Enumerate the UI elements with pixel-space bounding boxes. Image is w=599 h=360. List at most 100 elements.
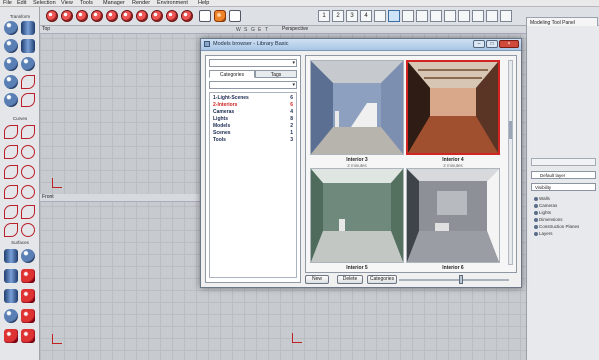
thumbnail-size-slider[interactable] (399, 279, 509, 281)
morph-icon[interactable] (21, 93, 35, 107)
list-item[interactable]: Lights 8 (213, 116, 293, 122)
array-icon[interactable] (486, 10, 498, 22)
shear-icon[interactable] (21, 75, 35, 89)
list-item[interactable]: 2-Interiors 6 (213, 102, 293, 108)
menu-tools[interactable]: Tools (80, 0, 93, 7)
bend-icon[interactable] (21, 57, 35, 71)
tree-item-cameras[interactable]: Cameras (539, 203, 557, 208)
settings-icon[interactable] (166, 10, 178, 22)
plane-icon[interactable] (4, 249, 18, 263)
spline-icon[interactable] (4, 165, 18, 179)
pause-icon[interactable] (500, 10, 512, 22)
scrollbar-thumb[interactable] (509, 121, 512, 139)
loft-icon[interactable] (4, 289, 18, 303)
patch-icon[interactable] (4, 329, 18, 343)
axis-icon[interactable] (229, 10, 241, 22)
flow-icon[interactable] (4, 93, 18, 107)
sphere-icon[interactable] (4, 39, 18, 53)
move-icon[interactable] (416, 10, 428, 22)
sphere-icon[interactable] (4, 21, 18, 35)
categories-button[interactable]: Categories (367, 275, 397, 284)
view-button-3[interactable]: 3 (346, 10, 358, 22)
viewport-icon[interactable] (181, 10, 193, 22)
thumbnail-card[interactable]: Interior 6 (406, 168, 502, 273)
tree-item-dimensions[interactable]: Dimensions (539, 217, 563, 222)
line-icon[interactable] (4, 125, 18, 139)
vp-label-e[interactable]: E (258, 27, 261, 33)
slider-handle[interactable] (459, 275, 463, 284)
menu-help[interactable]: Help (198, 0, 209, 7)
visibility-dropdown[interactable]: Visibility (531, 183, 596, 191)
fillet-icon[interactable] (4, 223, 18, 237)
arc-icon[interactable] (4, 145, 18, 159)
menu-file[interactable]: File (3, 0, 12, 7)
sweep-icon[interactable] (21, 289, 35, 303)
tab-categories[interactable]: Categories (209, 70, 255, 78)
view-button-2[interactable]: 2 (332, 10, 344, 22)
close-button[interactable]: × (499, 40, 519, 48)
ortho-icon[interactable] (402, 10, 414, 22)
tree-item-lights[interactable]: Lights (539, 210, 551, 215)
render-preview-icon[interactable] (61, 10, 73, 22)
box-icon[interactable] (21, 249, 35, 263)
list-item[interactable]: Scenes 1 (213, 130, 293, 136)
snap-icon[interactable] (388, 10, 400, 22)
scene-icon[interactable] (151, 10, 163, 22)
polygon-icon[interactable] (21, 185, 35, 199)
blend-icon[interactable] (21, 309, 35, 323)
taper-icon[interactable] (4, 75, 18, 89)
vp-label-s[interactable]: S (244, 27, 247, 33)
skin-icon[interactable] (4, 309, 18, 323)
list-item[interactable]: Cameras 4 (213, 109, 293, 115)
delete-button[interactable]: Delete (337, 275, 363, 284)
tree-item-construction-planes[interactable]: Construction Planes (539, 224, 579, 229)
menu-selection[interactable]: Selection (33, 0, 56, 7)
menu-view[interactable]: View (61, 0, 73, 7)
environment-icon[interactable] (136, 10, 148, 22)
maximize-button[interactable]: □ (486, 40, 498, 48)
tree-item-walls[interactable]: Walls (539, 196, 550, 201)
grid-array-icon[interactable] (21, 39, 35, 53)
tab-tags[interactable]: Tags (255, 70, 297, 78)
align-icon[interactable] (472, 10, 484, 22)
models-browser-icon[interactable] (214, 10, 226, 22)
menu-manager[interactable]: Manager (103, 0, 125, 7)
list-item[interactable]: Tools 3 (213, 137, 293, 143)
extrude-icon[interactable] (4, 269, 18, 283)
ellipse-icon[interactable] (21, 165, 35, 179)
material-icon[interactable] (91, 10, 103, 22)
scale-icon[interactable] (444, 10, 456, 22)
vp-label-t[interactable]: T (265, 27, 268, 33)
vp-label-w[interactable]: W (236, 27, 241, 33)
mirror-icon[interactable] (458, 10, 470, 22)
filter-select[interactable]: ▾ (209, 81, 297, 89)
select-icon[interactable] (199, 10, 211, 22)
vp-label-g[interactable]: G (251, 27, 255, 33)
list-item[interactable]: Models 2 (213, 123, 293, 129)
list-item[interactable]: 1-Light-Scenes 6 (213, 95, 293, 101)
polyline-icon[interactable] (21, 125, 35, 139)
cube-icon[interactable] (21, 329, 35, 343)
stop-render-icon[interactable] (76, 10, 88, 22)
grid-icon[interactable] (374, 10, 386, 22)
rectangle-icon[interactable] (4, 185, 18, 199)
circle-icon[interactable] (21, 145, 35, 159)
dialog-titlebar[interactable]: Models browser - Library Basic – □ × (201, 39, 521, 51)
cylinder-icon[interactable] (21, 21, 35, 35)
offset-curve-icon[interactable] (21, 205, 35, 219)
view-button-1[interactable]: 1 (318, 10, 330, 22)
thumbnail-card[interactable]: Interior 5 (310, 168, 406, 273)
rotate-icon[interactable] (430, 10, 442, 22)
tree-item-layers[interactable]: Layers (539, 231, 553, 236)
library-select[interactable]: ▾ (209, 59, 297, 67)
layer-dropdown[interactable]: Default layer (531, 171, 596, 179)
render-icon[interactable] (46, 10, 58, 22)
view-button-4[interactable]: 4 (360, 10, 372, 22)
spiral-icon[interactable] (21, 223, 35, 237)
helix-icon[interactable] (4, 205, 18, 219)
thumbnail-card[interactable]: Interior 4 2 minutes (406, 60, 502, 168)
new-button[interactable]: New (305, 275, 329, 284)
light-icon[interactable] (106, 10, 118, 22)
thumbnail-card[interactable]: Interior 3 2 minutes (310, 60, 406, 168)
menu-edit[interactable]: Edit (17, 0, 26, 7)
